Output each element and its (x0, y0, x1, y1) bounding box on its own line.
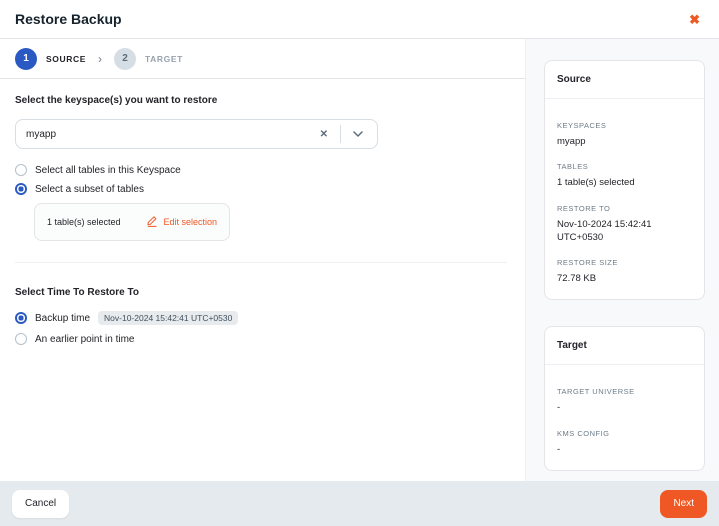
restore-size-value: 72.78 KB (557, 272, 692, 285)
target-summary-card: Target TARGET UNIVERSE - KMS CONFIG - (544, 326, 705, 471)
radio-unchecked-icon[interactable] (15, 164, 27, 176)
modal-body: 1 SOURCE › 2 TARGET Select the keyspace(… (0, 39, 719, 481)
page-title: Restore Backup (15, 11, 122, 27)
chevron-right-icon: › (98, 53, 102, 65)
time-options: Backup time Nov-10-2024 15:42:41 UTC+053… (15, 311, 510, 345)
main-content: 1 SOURCE › 2 TARGET Select the keyspace(… (0, 39, 525, 481)
keyspaces-value: myapp (557, 135, 692, 148)
form-divider (15, 262, 507, 263)
radio-subset-tables-label: Select a subset of tables (35, 184, 144, 195)
keyspaces-label: KEYSPACES (557, 121, 692, 130)
restore-to-label: RESTORE TO (557, 204, 692, 213)
clear-icon[interactable]: ✕ (316, 127, 332, 142)
step-label-source: SOURCE (46, 54, 86, 64)
restore-to-value: Nov-10-2024 15:42:41 UTC+0530 (557, 218, 692, 245)
target-card-title: Target (545, 327, 704, 365)
target-universe-label: TARGET UNIVERSE (557, 387, 692, 396)
subset-summary: 1 table(s) selected (47, 217, 121, 227)
source-summary-card: Source KEYSPACES myapp TABLES 1 table(s)… (544, 60, 705, 300)
restore-backup-modal: Restore Backup ✖ 1 SOURCE › 2 TARGET Sel… (0, 0, 719, 526)
cancel-button[interactable]: Cancel (12, 490, 69, 518)
source-card-title: Source (545, 61, 704, 99)
stepper: 1 SOURCE › 2 TARGET (0, 39, 525, 79)
kms-config-label: KMS CONFIG (557, 429, 692, 438)
restore-size-label: RESTORE SIZE (557, 258, 692, 267)
target-card-body: TARGET UNIVERSE - KMS CONFIG - (545, 365, 704, 470)
chevron-down-icon[interactable] (349, 129, 367, 139)
time-heading: Select Time To Restore To (15, 287, 510, 298)
step-number-target: 2 (114, 48, 136, 70)
radio-all-tables[interactable]: Select all tables in this Keyspace (15, 164, 510, 176)
source-card-body: KEYSPACES myapp TABLES 1 table(s) select… (545, 99, 704, 299)
radio-subset-tables[interactable]: Select a subset of tables (15, 183, 510, 195)
step-target[interactable]: 2 TARGET (114, 48, 183, 70)
select-divider (340, 125, 341, 143)
next-button[interactable]: Next (660, 490, 707, 518)
keyspace-select[interactable]: myapp ✕ (15, 119, 378, 149)
subset-selection-box: 1 table(s) selected Edit selection (34, 203, 230, 241)
tables-value: 1 table(s) selected (557, 176, 692, 189)
tables-label: TABLES (557, 162, 692, 171)
radio-earlier-point[interactable]: An earlier point in time (15, 333, 510, 345)
backup-time-badge: Nov-10-2024 15:42:41 UTC+0530 (98, 311, 238, 325)
pencil-icon (146, 215, 158, 229)
radio-all-tables-label: Select all tables in this Keyspace (35, 165, 181, 176)
close-icon[interactable]: ✖ (685, 9, 704, 30)
keyspace-selected-value: myapp (26, 129, 308, 140)
source-form: Select the keyspace(s) you want to resto… (0, 79, 525, 481)
modal-header: Restore Backup ✖ (0, 0, 719, 39)
modal-footer: Cancel Next (0, 481, 719, 526)
step-source[interactable]: 1 SOURCE (15, 48, 86, 70)
radio-checked-icon[interactable] (15, 312, 27, 324)
edit-selection-label: Edit selection (163, 217, 217, 227)
step-number-source: 1 (15, 48, 37, 70)
step-label-target: TARGET (145, 54, 183, 64)
radio-unchecked-icon[interactable] (15, 333, 27, 345)
earlier-point-label: An earlier point in time (35, 334, 135, 345)
summary-sidebar: Source KEYSPACES myapp TABLES 1 table(s)… (525, 39, 719, 481)
backup-time-label: Backup time (35, 313, 90, 324)
kms-config-value: - (557, 443, 692, 456)
table-scope-options: Select all tables in this Keyspace Selec… (15, 164, 510, 241)
edit-selection-button[interactable]: Edit selection (146, 215, 217, 229)
target-universe-value: - (557, 401, 692, 414)
radio-backup-time[interactable]: Backup time Nov-10-2024 15:42:41 UTC+053… (15, 311, 510, 325)
keyspace-heading: Select the keyspace(s) you want to resto… (15, 95, 510, 106)
radio-checked-icon[interactable] (15, 183, 27, 195)
